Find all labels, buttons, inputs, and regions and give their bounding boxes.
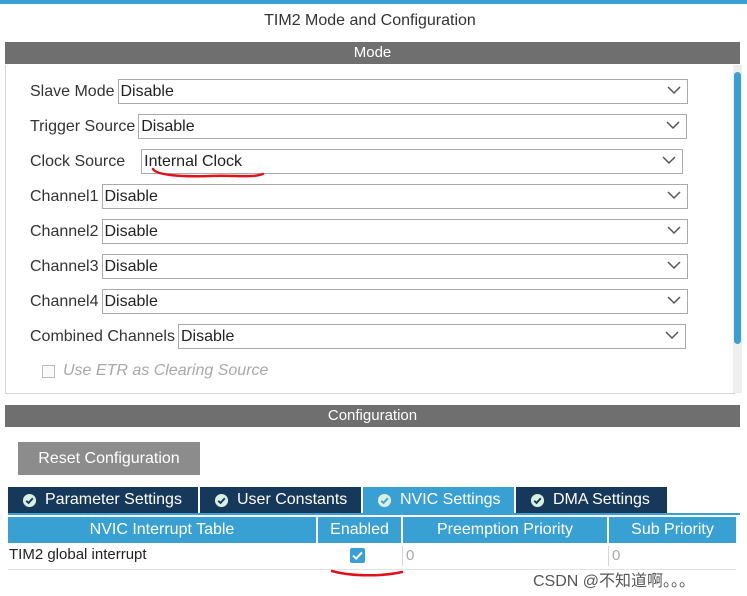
channel1-value: Disable bbox=[104, 188, 158, 205]
combined-channels-label: Combined Channels bbox=[30, 327, 175, 345]
enabled-checkbox[interactable] bbox=[350, 548, 365, 563]
sub-priority-cell[interactable]: 0 bbox=[608, 546, 736, 566]
channel1-select[interactable]: Disable bbox=[101, 184, 688, 209]
slave-mode-label: Slave Mode bbox=[30, 82, 115, 100]
check-circle-icon bbox=[22, 493, 37, 507]
config-tabs: Parameter Settings User Constants NVIC S… bbox=[8, 487, 669, 513]
tab-parameter-settings-label: Parameter Settings bbox=[45, 491, 182, 508]
preemption-priority-cell[interactable]: 0 bbox=[402, 546, 606, 566]
channel3-row: Channel3 Disable bbox=[30, 253, 688, 280]
combined-channels-value: Disable bbox=[180, 328, 235, 345]
red-underline-annotation bbox=[151, 167, 265, 178]
chevron-down-icon bbox=[665, 331, 679, 340]
chevron-down-icon bbox=[666, 261, 681, 270]
channel2-select[interactable]: Disable bbox=[101, 219, 688, 244]
slave-mode-select[interactable]: Disable bbox=[117, 79, 688, 104]
chevron-down-icon bbox=[666, 296, 681, 305]
column-header-enabled[interactable]: Enabled bbox=[318, 517, 401, 543]
tab-nvic-settings-label: NVIC Settings bbox=[400, 491, 501, 508]
etr-clearing-label: Use ETR as Clearing Source bbox=[63, 362, 269, 379]
clock-source-row: Clock Source Internal Clock bbox=[30, 148, 684, 175]
trigger-source-label: Trigger Source bbox=[30, 117, 136, 135]
slave-mode-value: Disable bbox=[120, 83, 174, 100]
tab-underline bbox=[8, 513, 740, 515]
chevron-down-icon bbox=[666, 226, 681, 235]
channel2-row: Channel2 Disable bbox=[30, 218, 688, 245]
checkmark-icon bbox=[352, 551, 363, 561]
configuration-section-header: Configuration bbox=[5, 405, 740, 427]
tab-dma-settings[interactable]: DMA Settings bbox=[516, 487, 667, 513]
channel2-value: Disable bbox=[104, 223, 158, 240]
tab-parameter-settings[interactable]: Parameter Settings bbox=[8, 487, 198, 513]
etr-clearing-row: Use ETR as Clearing Source bbox=[42, 362, 268, 380]
channel4-row: Channel4 Disable bbox=[30, 288, 688, 315]
check-circle-icon bbox=[377, 493, 392, 507]
red-underline-annotation bbox=[330, 569, 404, 577]
check-circle-icon bbox=[530, 493, 545, 507]
check-circle-icon bbox=[214, 493, 229, 507]
column-header-interrupt-table[interactable]: NVIC Interrupt Table bbox=[8, 517, 316, 543]
channel3-label: Channel3 bbox=[30, 257, 99, 275]
trigger-source-select[interactable]: Disable bbox=[138, 114, 688, 139]
mode-scrollbar-thumb[interactable] bbox=[734, 72, 741, 344]
chevron-down-icon bbox=[666, 121, 680, 130]
column-header-sub-priority[interactable]: Sub Priority bbox=[609, 517, 736, 543]
slave-mode-row: Slave Mode Disable bbox=[30, 78, 688, 105]
channel4-value: Disable bbox=[104, 293, 158, 310]
tab-user-constants-label: User Constants bbox=[237, 491, 348, 508]
combined-channels-row: Combined Channels Disable bbox=[30, 323, 686, 350]
window-top-strip bbox=[0, 0, 747, 4]
tab-user-constants[interactable]: User Constants bbox=[200, 487, 361, 513]
window-title: TIM2 Mode and Configuration bbox=[264, 12, 476, 29]
channel4-select[interactable]: Disable bbox=[101, 289, 688, 314]
column-header-preemption-priority[interactable]: Preemption Priority bbox=[403, 517, 607, 543]
channel1-label: Channel1 bbox=[30, 187, 99, 205]
channel4-label: Channel4 bbox=[30, 292, 99, 310]
channel3-value: Disable bbox=[104, 258, 158, 275]
etr-clearing-checkbox[interactable] bbox=[42, 364, 55, 378]
trigger-source-row: Trigger Source Disable bbox=[30, 113, 688, 140]
tab-dma-settings-label: DMA Settings bbox=[553, 491, 650, 508]
chevron-down-icon bbox=[666, 86, 681, 95]
mode-section-header: Mode bbox=[5, 42, 740, 64]
channel3-select[interactable]: Disable bbox=[101, 254, 688, 279]
chevron-down-icon bbox=[666, 191, 681, 200]
interrupt-name-cell: TIM2 global interrupt bbox=[9, 546, 147, 563]
channel1-row: Channel1 Disable bbox=[30, 183, 688, 210]
reset-configuration-button[interactable]: Reset Configuration bbox=[18, 442, 200, 475]
channel2-label: Channel2 bbox=[30, 222, 99, 240]
watermark: CSDN @不知道啊。。。 bbox=[533, 573, 696, 590]
clock-source-label: Clock Source bbox=[30, 152, 126, 170]
chevron-down-icon bbox=[662, 156, 676, 165]
trigger-source-value: Disable bbox=[141, 118, 195, 135]
combined-channels-select[interactable]: Disable bbox=[177, 324, 686, 349]
tab-nvic-settings[interactable]: NVIC Settings bbox=[363, 487, 514, 513]
